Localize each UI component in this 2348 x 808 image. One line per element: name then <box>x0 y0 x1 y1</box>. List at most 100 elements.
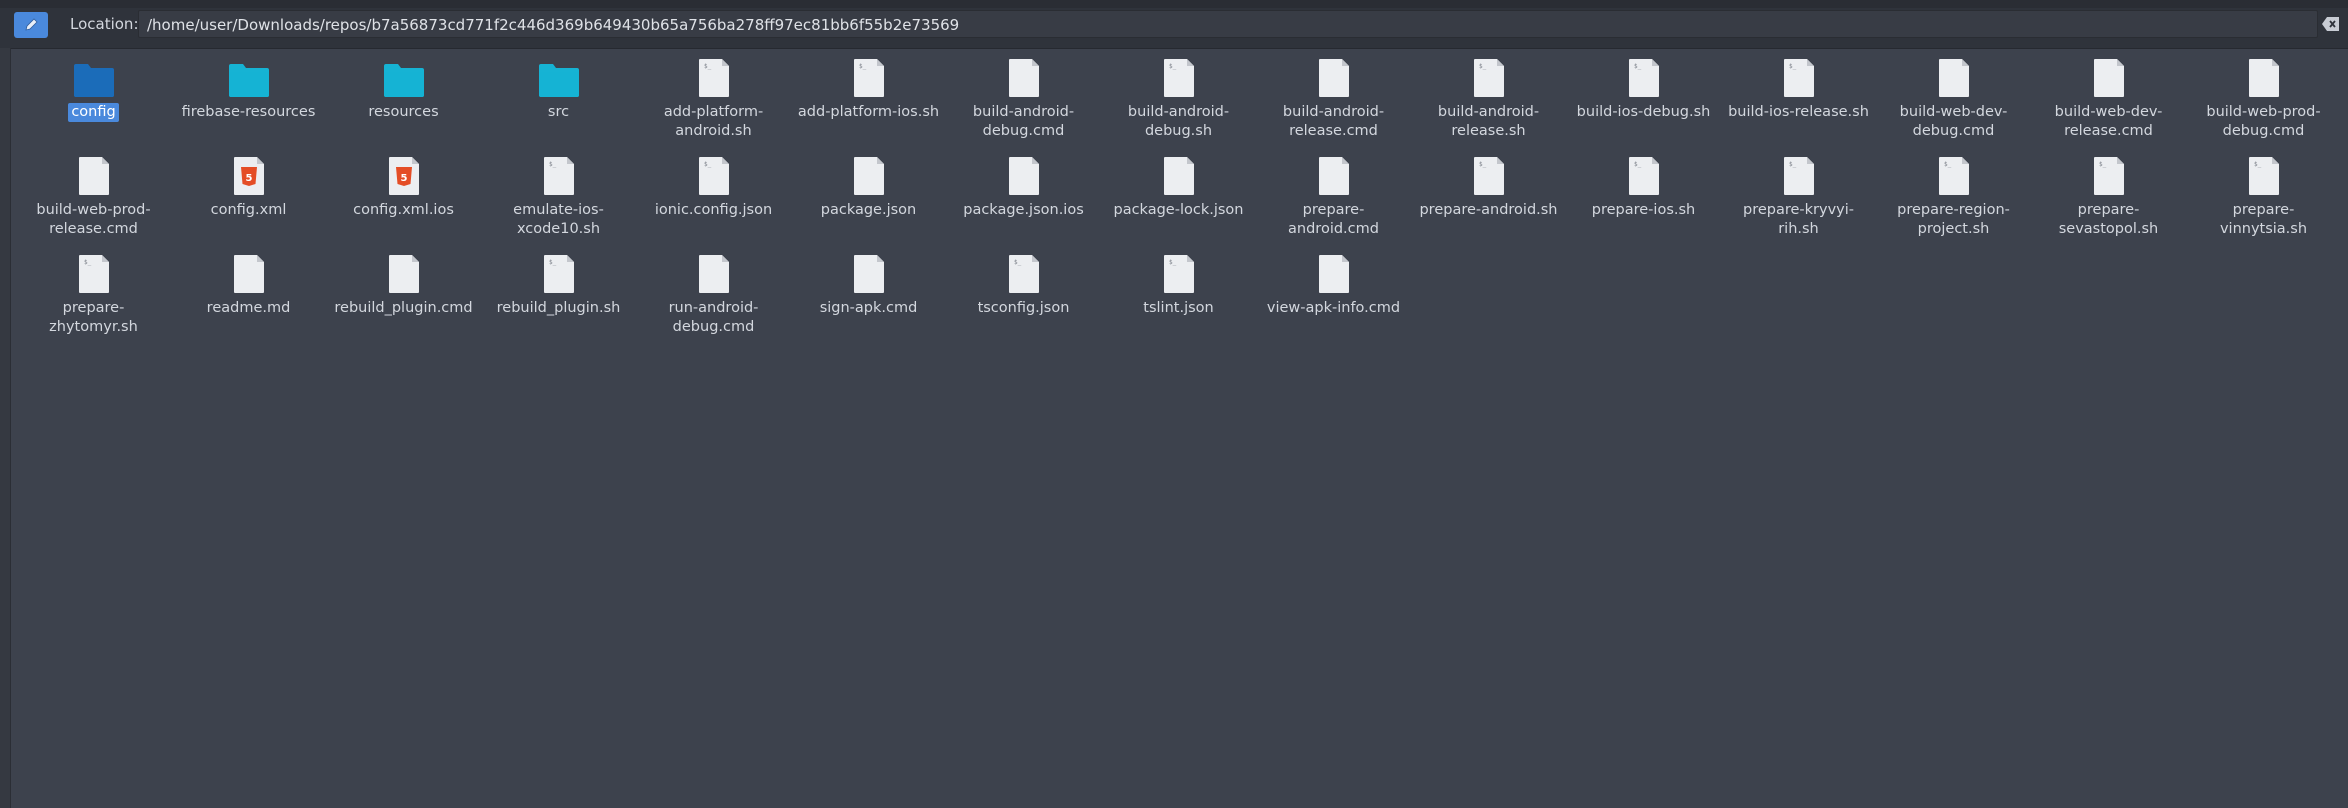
script-file-icon: $_ <box>1473 59 1504 97</box>
item-icon: $_ <box>1467 152 1511 196</box>
file-item[interactable]: build-android-release.cmd <box>1256 50 1411 148</box>
file-icon <box>1163 157 1194 195</box>
item-icon <box>1002 152 1046 196</box>
file-item[interactable]: build-web-dev-debug.cmd <box>1876 50 2031 148</box>
item-label: build-web-dev-release.cmd <box>2054 104 2163 139</box>
file-item[interactable]: rebuild_plugin.cmd <box>326 246 481 344</box>
file-item[interactable]: build-web-dev-release.cmd <box>2031 50 2186 148</box>
item-icon: $_ <box>1157 54 1201 98</box>
file-item[interactable]: package-lock.json <box>1101 148 1256 246</box>
file-item[interactable]: $_ build-android-debug.sh <box>1101 50 1256 148</box>
item-label: prepare-android.cmd <box>1288 202 1379 237</box>
window-top-edge <box>0 0 2348 8</box>
script-file-icon: $_ <box>543 255 574 293</box>
item-icon: 5 <box>227 152 271 196</box>
html5-file-icon: 5 <box>233 157 264 195</box>
location-label: Location: <box>70 15 139 33</box>
pencil-icon <box>25 18 38 31</box>
file-item[interactable]: build-android-debug.cmd <box>946 50 1101 148</box>
file-item[interactable]: run-android-debug.cmd <box>636 246 791 344</box>
file-item[interactable]: prepare-android.cmd <box>1256 148 1411 246</box>
file-item[interactable]: 5 config.xml <box>171 148 326 246</box>
file-item[interactable]: $_ prepare-vinnytsia.sh <box>2186 148 2341 246</box>
item-label: prepare-sevastopol.sh <box>2058 202 2159 237</box>
item-icon <box>1002 54 1046 98</box>
item-label: package-lock.json <box>1113 202 1244 218</box>
file-icon <box>388 255 419 293</box>
svg-text:$_: $_ <box>1634 63 1642 70</box>
file-icon <box>1938 59 1969 97</box>
file-item[interactable]: $_ add-platform-ios.sh <box>791 50 946 148</box>
script-file-icon: $_ <box>698 59 729 97</box>
file-item[interactable]: build-web-prod-debug.cmd <box>2186 50 2341 148</box>
file-item[interactable]: readme.md <box>171 246 326 344</box>
folder-item[interactable]: config <box>16 50 171 148</box>
file-item[interactable]: build-web-prod-release.cmd <box>16 148 171 246</box>
file-item[interactable]: $_ prepare-zhytomyr.sh <box>16 246 171 344</box>
item-icon: $_ <box>2242 152 2286 196</box>
item-label: prepare-kryvyi-rih.sh <box>1742 202 1854 237</box>
svg-text:$_: $_ <box>1944 161 1952 168</box>
script-file-icon: $_ <box>2093 157 2124 195</box>
item-label: package.json <box>820 202 917 218</box>
item-label: prepare-zhytomyr.sh <box>49 300 138 335</box>
item-icon <box>227 250 271 294</box>
file-item[interactable]: $_ prepare-android.sh <box>1411 148 1566 246</box>
file-item[interactable]: 5 config.xml.ios <box>326 148 481 246</box>
file-item[interactable]: $_ build-ios-debug.sh <box>1566 50 1721 148</box>
toggle-location-button[interactable] <box>14 12 48 38</box>
file-item[interactable]: view-apk-info.cmd <box>1256 246 1411 344</box>
file-item[interactable]: package.json <box>791 148 946 246</box>
file-item[interactable]: $_ build-ios-release.sh <box>1721 50 1876 148</box>
file-item[interactable]: $_ prepare-ios.sh <box>1566 148 1721 246</box>
places-sidebar[interactable] <box>0 48 11 808</box>
script-file-icon: $_ <box>78 255 109 293</box>
item-icon: $_ <box>1777 54 1821 98</box>
item-icon: $_ <box>1157 250 1201 294</box>
folder-item[interactable]: resources <box>326 50 481 148</box>
item-icon: $_ <box>1622 54 1666 98</box>
item-label: build-web-prod-release.cmd <box>36 202 151 237</box>
item-label: build-android-debug.cmd <box>972 104 1075 139</box>
folder-item[interactable]: src <box>481 50 636 148</box>
file-item[interactable]: $_ emulate-ios-xcode10.sh <box>481 148 636 246</box>
svg-text:$_: $_ <box>1169 259 1177 266</box>
file-item[interactable]: $_ prepare-sevastopol.sh <box>2031 148 2186 246</box>
svg-text:5: 5 <box>400 173 407 184</box>
file-item[interactable]: $_ tsconfig.json <box>946 246 1101 344</box>
item-icon: $_ <box>692 152 736 196</box>
item-label: build-web-dev-debug.cmd <box>1899 104 2008 139</box>
file-item[interactable]: $_ prepare-kryvyi-rih.sh <box>1721 148 1876 246</box>
item-icon: $_ <box>537 152 581 196</box>
file-icon-view[interactable]: config firebase-resources resources src … <box>16 50 2346 800</box>
svg-text:$_: $_ <box>549 259 557 266</box>
svg-text:$_: $_ <box>2099 161 2107 168</box>
file-item[interactable]: $_ ionic.config.json <box>636 148 791 246</box>
script-file-icon: $_ <box>1783 157 1814 195</box>
item-icon <box>847 152 891 196</box>
svg-text:$_: $_ <box>859 63 867 70</box>
file-item[interactable]: $_ tslint.json <box>1101 246 1256 344</box>
file-item[interactable]: $_ build-android-release.sh <box>1411 50 1566 148</box>
location-input[interactable]: /home/user/Downloads/repos/b7a56873cd771… <box>138 10 2318 38</box>
file-icon <box>2093 59 2124 97</box>
item-icon <box>1312 250 1356 294</box>
script-file-icon: $_ <box>853 59 884 97</box>
item-icon: $_ <box>537 250 581 294</box>
file-item[interactable]: $_ rebuild_plugin.sh <box>481 246 636 344</box>
item-icon <box>1312 152 1356 196</box>
clear-location-icon[interactable] <box>2322 16 2340 32</box>
script-file-icon: $_ <box>1163 255 1194 293</box>
item-label: build-ios-debug.sh <box>1576 104 1711 120</box>
file-item[interactable]: package.json.ios <box>946 148 1101 246</box>
svg-text:$_: $_ <box>704 161 712 168</box>
script-file-icon: $_ <box>543 157 574 195</box>
item-label: resources <box>368 104 439 120</box>
file-icon <box>1318 59 1349 97</box>
file-item[interactable]: sign-apk.cmd <box>791 246 946 344</box>
file-item[interactable]: $_ add-platform-android.sh <box>636 50 791 148</box>
folder-item[interactable]: firebase-resources <box>171 50 326 148</box>
item-label: readme.md <box>206 300 291 316</box>
file-item[interactable]: $_ prepare-region-project.sh <box>1876 148 2031 246</box>
item-icon: $_ <box>2087 152 2131 196</box>
